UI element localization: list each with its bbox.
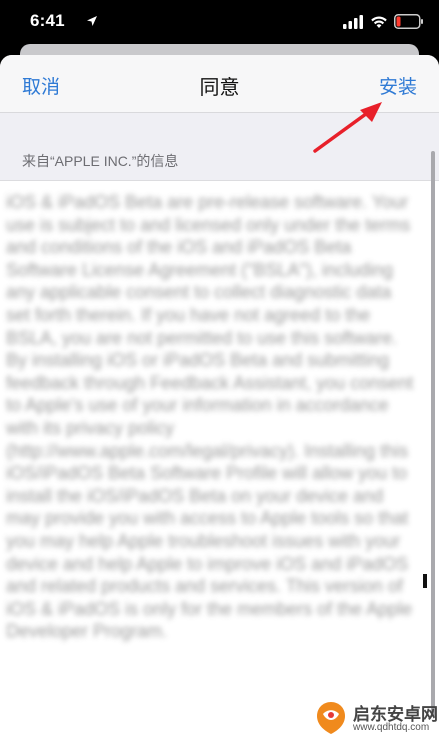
status-time: 6:41 <box>30 11 65 30</box>
status-bar: 6:41 <box>0 0 439 44</box>
agreement-text: iOS & iPadOS Beta are pre-release softwa… <box>6 192 414 642</box>
wifi-icon <box>371 16 387 28</box>
scrollbar[interactable] <box>431 151 435 717</box>
edge-mark <box>423 574 427 588</box>
location-arrow-icon <box>87 16 97 26</box>
section-header-label: 来自“APPLE INC.”的信息 <box>22 153 179 169</box>
red-arrow-annotation-icon <box>313 102 382 153</box>
watermark-url: www.qdhtdq.com <box>353 722 430 733</box>
install-button[interactable]: 安装 <box>379 72 417 99</box>
profile-consent-sheet: 取消 同意 安装 来自“APPLE INC.”的信息 iOS & iPadOS … <box>0 55 439 755</box>
cellular-signal-icon <box>343 15 363 29</box>
watermark-logo-icon <box>317 702 345 734</box>
battery-icon <box>394 14 423 29</box>
watermark: 启东安卓网 www.qdhtdq.com <box>308 700 438 740</box>
